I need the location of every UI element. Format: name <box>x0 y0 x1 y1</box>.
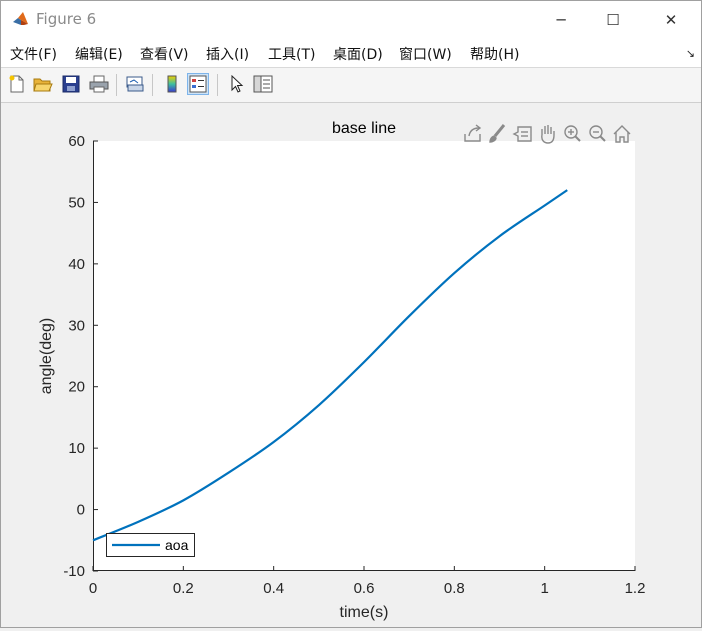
save-button[interactable] <box>60 73 82 95</box>
y-tick-label: 50 <box>68 194 85 211</box>
y-tick-label: 0 <box>77 502 85 519</box>
plot-svg: 0 0.2 0.4 0.6 0.8 1 1.2 -100102030405060 base … <box>38 120 646 621</box>
maximize-icon: ☐ <box>606 11 620 29</box>
insert-legend-button[interactable] <box>187 73 209 95</box>
figure-canvas: 0 0.2 0.4 0.6 0.8 1 1.2 -10 0 10 20 30 40 50 60 base … <box>1 103 701 627</box>
matlab-icon <box>13 12 28 25</box>
y-tick-label: 20 <box>68 379 85 396</box>
x-tick-label: 0.8 <box>444 580 465 597</box>
open-file-button[interactable] <box>32 73 54 95</box>
pan-icon[interactable] <box>538 125 556 144</box>
menu-tools[interactable]: 工具(T) <box>268 44 315 64</box>
folder-open-icon <box>33 78 53 92</box>
legend-icon <box>189 75 207 93</box>
property-inspector-icon <box>253 75 273 93</box>
close-icon: ✕ <box>664 11 678 29</box>
y-tick-label: 10 <box>68 440 85 457</box>
x-tick-label: 1.2 <box>625 580 646 597</box>
y-axis-label: angle(deg) <box>38 318 55 395</box>
y-tick-label: -10 <box>63 563 85 580</box>
save-icon <box>62 75 80 93</box>
axes-toolbar <box>463 124 631 144</box>
menu-bar: 文件(F) 编辑(E) 查看(V) 插入(I) 工具(T) 桌面(D) 窗口(W… <box>1 39 701 68</box>
toolbar-separator <box>152 74 153 96</box>
zoom-out-icon[interactable] <box>588 125 606 143</box>
print-icon <box>89 75 109 93</box>
x-tick-label: 0.2 <box>173 580 194 597</box>
toolbar-separator <box>217 74 218 96</box>
menu-edit[interactable]: 编辑(E) <box>75 44 123 64</box>
edit-plot-button[interactable] <box>226 73 248 95</box>
minimize-button[interactable]: ─ <box>538 1 584 39</box>
x-tick-label: 0.4 <box>263 580 284 597</box>
new-figure-icon <box>9 75 24 93</box>
x-axis-label: time(s) <box>340 604 389 621</box>
colorbar-icon <box>167 75 177 93</box>
menu-help[interactable]: 帮助(H) <box>470 44 519 64</box>
figure-window: Figure 6 ─ ☐ ✕ 文件(F) 编辑(E) 查看(V) 插入(I) 工… <box>0 0 702 628</box>
menu-insert[interactable]: 插入(I) <box>206 44 249 64</box>
x-tick-label: 1 <box>540 580 548 597</box>
y-ticks: -10 0 10 20 30 40 50 60 <box>63 133 98 580</box>
home-icon[interactable] <box>613 125 631 143</box>
menu-desktop[interactable]: 桌面(D) <box>333 44 383 64</box>
toolbar-separator <box>116 74 117 96</box>
link-plot-icon <box>126 76 144 92</box>
menu-view[interactable]: 查看(V) <box>140 44 189 64</box>
chart-title: base line <box>332 120 396 137</box>
menu-file[interactable]: 文件(F) <box>10 44 57 64</box>
arrow-pointer-icon <box>231 75 244 93</box>
data-tips-icon[interactable] <box>512 125 532 143</box>
minimize-icon: ─ <box>556 11 566 29</box>
figure-toolbar <box>1 68 701 103</box>
link-plot-button[interactable] <box>124 73 146 95</box>
maximize-button[interactable]: ☐ <box>590 1 636 39</box>
x-tick-label: 0 <box>89 580 97 597</box>
property-inspector-button[interactable] <box>252 73 274 95</box>
menu-window[interactable]: 窗口(W) <box>399 44 452 64</box>
title-bar[interactable]: Figure 6 ─ ☐ ✕ <box>1 1 701 39</box>
new-figure-button[interactable] <box>6 73 28 95</box>
y-tick-label: 30 <box>68 317 85 334</box>
axes-background[interactable] <box>93 141 635 571</box>
x-tick-label: 0.6 <box>354 580 375 597</box>
window-title: Figure 6 <box>36 10 97 28</box>
insert-colorbar-button[interactable] <box>161 73 183 95</box>
legend[interactable]: aoa <box>106 533 195 557</box>
menu-overflow-icon[interactable]: ↘ <box>686 47 695 60</box>
zoom-in-icon[interactable] <box>563 125 581 143</box>
print-button[interactable] <box>88 73 110 95</box>
brush-icon[interactable] <box>488 124 506 143</box>
y-tick-label: 40 <box>68 256 85 273</box>
export-icon[interactable] <box>463 124 482 143</box>
y-tick-label: 60 <box>68 133 85 150</box>
close-button[interactable]: ✕ <box>648 1 694 39</box>
legend-entry-aoa: aoa <box>165 537 189 553</box>
